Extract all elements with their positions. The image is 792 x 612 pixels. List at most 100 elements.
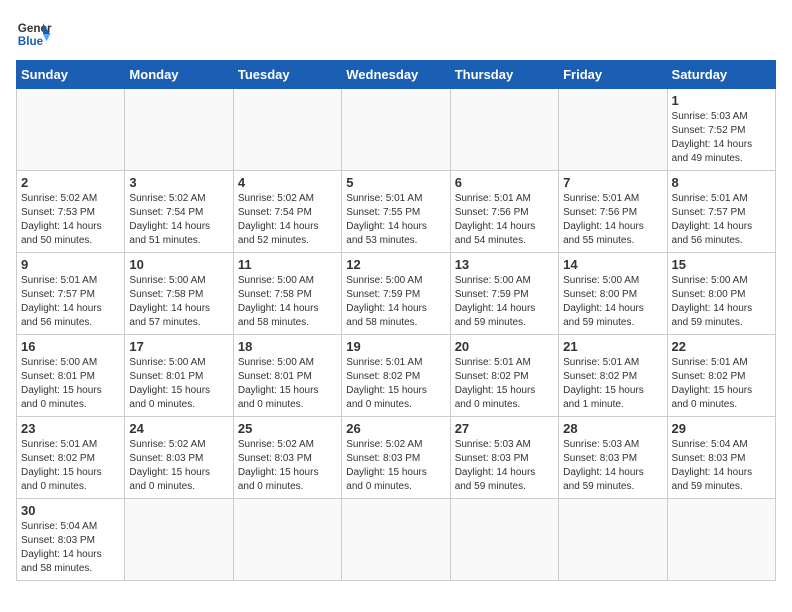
day-info: Sunrise: 5:01 AM Sunset: 8:02 PM Dayligh…: [346, 356, 445, 412]
calendar-week-row: 16 Sunrise: 5:00 AM Sunset: 8:01 PM Dayli…: [17, 335, 776, 417]
calendar-cell: 6 Sunrise: 5:01 AM Sunset: 7:56 PM Daylig…: [450, 171, 558, 253]
day-header-monday: Monday: [125, 61, 233, 89]
calendar-cell: [233, 499, 341, 581]
calendar-cell: 29 Sunrise: 5:04 AM Sunset: 8:03 PM Dayli…: [667, 417, 775, 499]
calendar-cell: 16 Sunrise: 5:00 AM Sunset: 8:01 PM Dayli…: [17, 335, 125, 417]
svg-text:Blue: Blue: [18, 35, 44, 48]
calendar-cell: 18 Sunrise: 5:00 AM Sunset: 8:01 PM Dayli…: [233, 335, 341, 417]
day-number: 29: [672, 421, 771, 436]
calendar-cell: [559, 499, 667, 581]
day-number: 11: [238, 257, 337, 272]
calendar-cell: [450, 499, 558, 581]
day-info: Sunrise: 5:02 AM Sunset: 7:54 PM Dayligh…: [238, 192, 337, 248]
day-info: Sunrise: 5:00 AM Sunset: 8:01 PM Dayligh…: [238, 356, 337, 412]
calendar-cell: 20 Sunrise: 5:01 AM Sunset: 8:02 PM Dayli…: [450, 335, 558, 417]
day-header-wednesday: Wednesday: [342, 61, 450, 89]
calendar-cell: 26Sunrise: 5:02 AM Sunset: 8:03 PM Dayli…: [342, 417, 450, 499]
day-info: Sunrise: 5:02 AM Sunset: 8:03 PM Dayligh…: [129, 438, 228, 494]
day-info: Sunrise: 5:02 AM Sunset: 8:03 PM Dayligh…: [346, 438, 445, 494]
logo-icon: General Blue: [16, 16, 52, 52]
calendar-cell: 3 Sunrise: 5:02 AM Sunset: 7:54 PM Daylig…: [125, 171, 233, 253]
day-number: 16: [21, 339, 120, 354]
day-info: Sunrise: 5:03 AM Sunset: 8:03 PM Dayligh…: [455, 438, 554, 494]
day-info: Sunrise: 5:02 AM Sunset: 8:03 PM Dayligh…: [238, 438, 337, 494]
day-info: Sunrise: 5:03 AM Sunset: 8:03 PM Dayligh…: [563, 438, 662, 494]
calendar-cell: [125, 89, 233, 171]
day-info: Sunrise: 5:01 AM Sunset: 7:55 PM Dayligh…: [346, 192, 445, 248]
day-number: 2: [21, 175, 120, 190]
day-info: Sunrise: 5:01 AM Sunset: 7:57 PM Dayligh…: [672, 192, 771, 248]
calendar-cell: [233, 89, 341, 171]
calendar-cell: 27 Sunrise: 5:03 AM Sunset: 8:03 PM Dayli…: [450, 417, 558, 499]
day-info: Sunrise: 5:02 AM Sunset: 7:54 PM Dayligh…: [129, 192, 228, 248]
logo: General Blue: [16, 16, 52, 52]
day-number: 8: [672, 175, 771, 190]
day-info: Sunrise: 5:01 AM Sunset: 8:02 PM Dayligh…: [21, 438, 120, 494]
day-number: 20: [455, 339, 554, 354]
day-number: 15: [672, 257, 771, 272]
calendar-cell: 11 Sunrise: 5:00 AM Sunset: 7:58 PM Dayli…: [233, 253, 341, 335]
calendar-cell: 25 Sunrise: 5:02 AM Sunset: 8:03 PM Dayli…: [233, 417, 341, 499]
day-info: Sunrise: 5:00 AM Sunset: 8:01 PM Dayligh…: [21, 356, 120, 412]
day-number: 22: [672, 339, 771, 354]
calendar-cell: 30 Sunrise: 5:04 AM Sunset: 8:03 PM Dayli…: [17, 499, 125, 581]
calendar-cell: 2Sunrise: 5:02 AM Sunset: 7:53 PM Daylig…: [17, 171, 125, 253]
day-info: Sunrise: 5:04 AM Sunset: 8:03 PM Dayligh…: [672, 438, 771, 494]
day-header-thursday: Thursday: [450, 61, 558, 89]
calendar-week-row: 2Sunrise: 5:02 AM Sunset: 7:53 PM Daylig…: [17, 171, 776, 253]
day-info: Sunrise: 5:01 AM Sunset: 8:02 PM Dayligh…: [563, 356, 662, 412]
calendar-cell: 17Sunrise: 5:00 AM Sunset: 8:01 PM Dayli…: [125, 335, 233, 417]
day-number: 23: [21, 421, 120, 436]
day-number: 10: [129, 257, 228, 272]
calendar-cell: 1 Sunrise: 5:03 AM Sunset: 7:52 PM Daylig…: [667, 89, 775, 171]
calendar-cell: 4Sunrise: 5:02 AM Sunset: 7:54 PM Daylig…: [233, 171, 341, 253]
day-info: Sunrise: 5:04 AM Sunset: 8:03 PM Dayligh…: [21, 520, 120, 576]
header: General Blue: [16, 16, 776, 52]
day-number: 18: [238, 339, 337, 354]
day-info: Sunrise: 5:00 AM Sunset: 7:58 PM Dayligh…: [129, 274, 228, 330]
day-number: 21: [563, 339, 662, 354]
day-info: Sunrise: 5:01 AM Sunset: 7:56 PM Dayligh…: [563, 192, 662, 248]
day-number: 27: [455, 421, 554, 436]
calendar-cell: [667, 499, 775, 581]
day-info: Sunrise: 5:00 AM Sunset: 8:00 PM Dayligh…: [672, 274, 771, 330]
day-info: Sunrise: 5:03 AM Sunset: 7:52 PM Dayligh…: [672, 110, 771, 166]
day-number: 13: [455, 257, 554, 272]
calendar-cell: 22Sunrise: 5:01 AM Sunset: 8:02 PM Dayli…: [667, 335, 775, 417]
calendar-cell: [342, 499, 450, 581]
calendar-cell: 23 Sunrise: 5:01 AM Sunset: 8:02 PM Dayli…: [17, 417, 125, 499]
days-header-row: SundayMondayTuesdayWednesdayThursdayFrid…: [17, 61, 776, 89]
day-number: 3: [129, 175, 228, 190]
day-header-saturday: Saturday: [667, 61, 775, 89]
calendar-cell: 19Sunrise: 5:01 AM Sunset: 8:02 PM Dayli…: [342, 335, 450, 417]
calendar-cell: 8 Sunrise: 5:01 AM Sunset: 7:57 PM Daylig…: [667, 171, 775, 253]
day-number: 12: [346, 257, 445, 272]
calendar-header: SundayMondayTuesdayWednesdayThursdayFrid…: [17, 61, 776, 89]
day-header-tuesday: Tuesday: [233, 61, 341, 89]
day-info: Sunrise: 5:00 AM Sunset: 8:00 PM Dayligh…: [563, 274, 662, 330]
calendar-cell: [125, 499, 233, 581]
day-number: 6: [455, 175, 554, 190]
calendar-cell: 14Sunrise: 5:00 AM Sunset: 8:00 PM Dayli…: [559, 253, 667, 335]
calendar-cell: [559, 89, 667, 171]
day-number: 17: [129, 339, 228, 354]
calendar-week-row: 30 Sunrise: 5:04 AM Sunset: 8:03 PM Dayli…: [17, 499, 776, 581]
day-header-sunday: Sunday: [17, 61, 125, 89]
calendar-cell: 12 Sunrise: 5:00 AM Sunset: 7:59 PM Dayli…: [342, 253, 450, 335]
day-number: 1: [672, 93, 771, 108]
calendar-cell: [342, 89, 450, 171]
calendar-cell: 13Sunrise: 5:00 AM Sunset: 7:59 PM Dayli…: [450, 253, 558, 335]
calendar-cell: 28 Sunrise: 5:03 AM Sunset: 8:03 PM Dayli…: [559, 417, 667, 499]
day-number: 25: [238, 421, 337, 436]
calendar-cell: 5Sunrise: 5:01 AM Sunset: 7:55 PM Daylig…: [342, 171, 450, 253]
calendar-cell: [450, 89, 558, 171]
day-info: Sunrise: 5:01 AM Sunset: 8:02 PM Dayligh…: [455, 356, 554, 412]
day-info: Sunrise: 5:00 AM Sunset: 7:59 PM Dayligh…: [346, 274, 445, 330]
day-info: Sunrise: 5:00 AM Sunset: 7:58 PM Dayligh…: [238, 274, 337, 330]
day-number: 30: [21, 503, 120, 518]
calendar-cell: 9Sunrise: 5:01 AM Sunset: 7:57 PM Daylig…: [17, 253, 125, 335]
day-number: 28: [563, 421, 662, 436]
day-info: Sunrise: 5:01 AM Sunset: 7:56 PM Dayligh…: [455, 192, 554, 248]
calendar-week-row: 9Sunrise: 5:01 AM Sunset: 7:57 PM Daylig…: [17, 253, 776, 335]
calendar-cell: [17, 89, 125, 171]
